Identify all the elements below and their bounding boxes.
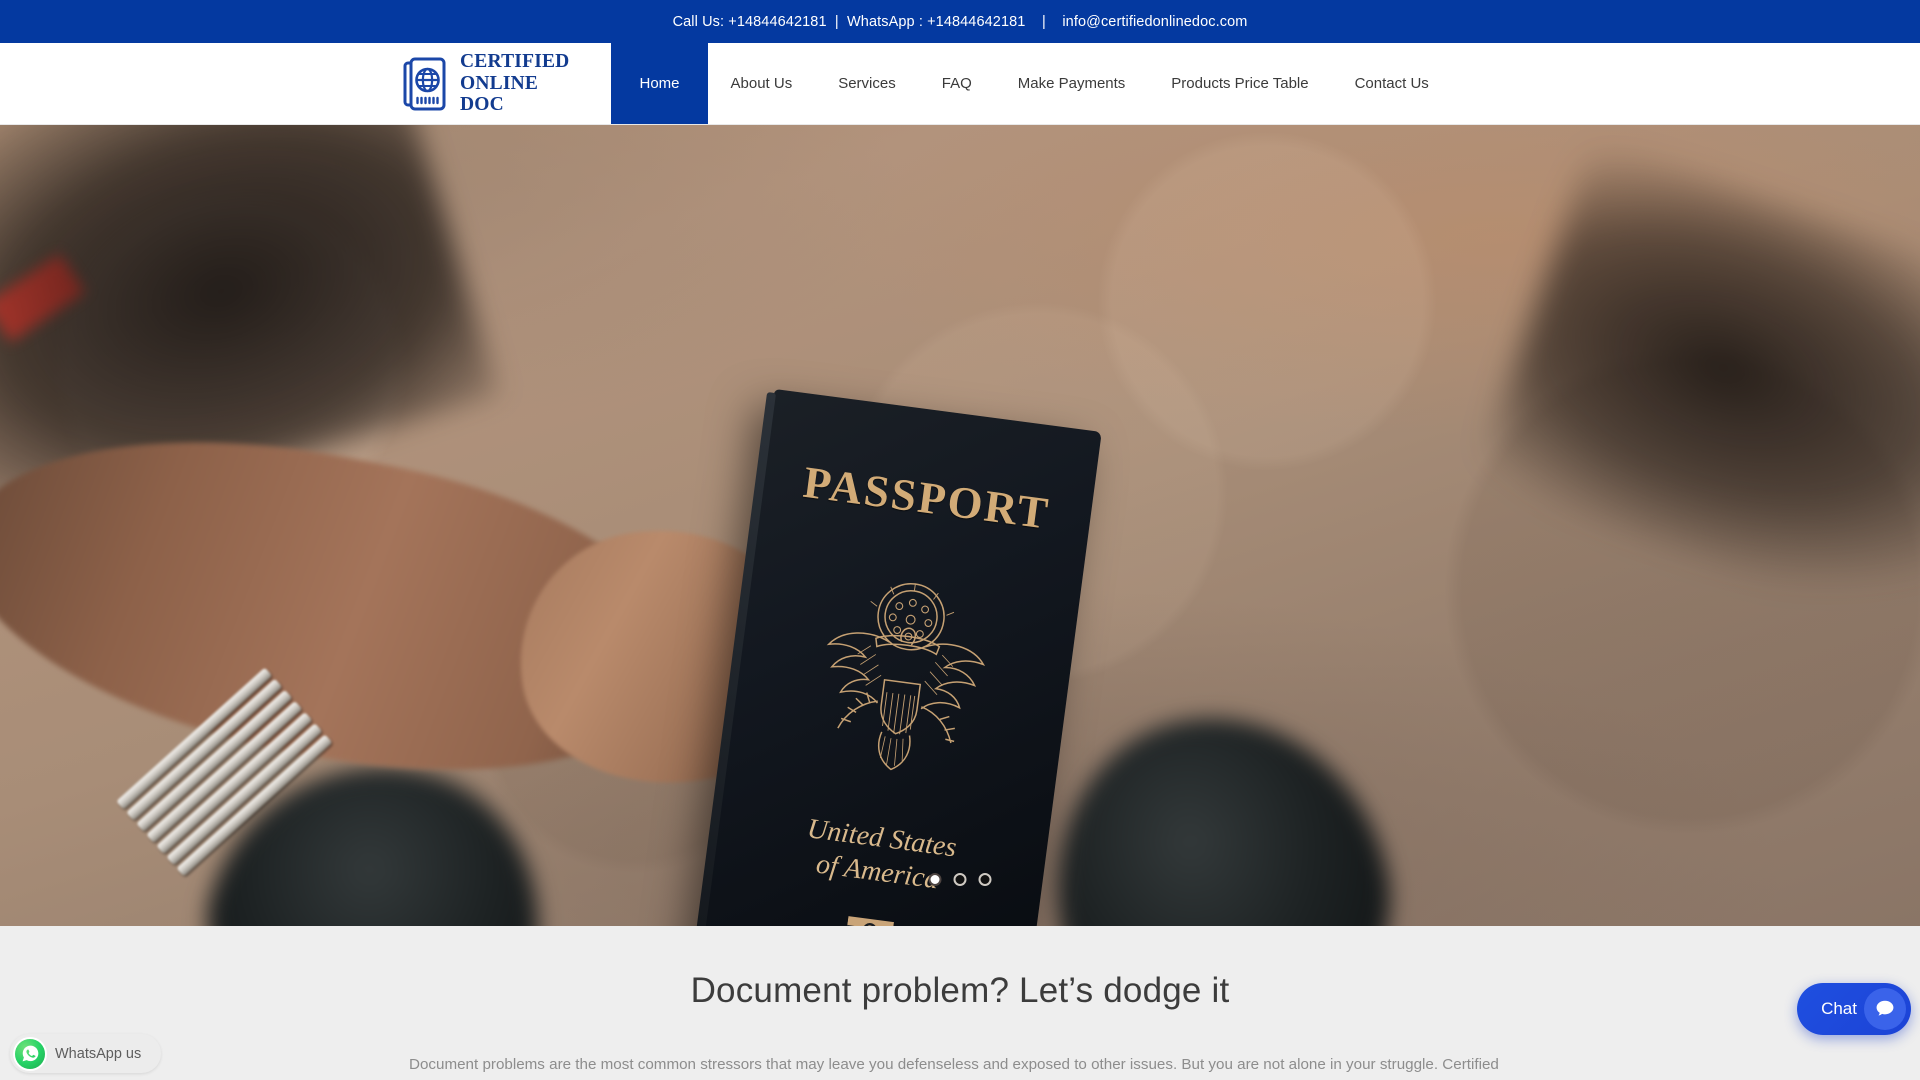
nav-item-services[interactable]: Services <box>815 43 919 124</box>
intro-section: Document problem? Let’s dodge it Documen… <box>0 926 1920 1080</box>
carousel-dot-1[interactable] <box>928 873 942 886</box>
carousel-dot-2[interactable] <box>953 873 967 886</box>
whatsapp-chat-button[interactable]: WhatsApp us <box>10 1034 162 1073</box>
whatsapp-icon <box>15 1038 45 1069</box>
nav-item-faq[interactable]: FAQ <box>919 43 995 124</box>
nav-item-contact-us[interactable]: Contact Us <box>1332 43 1452 124</box>
logo-line-3: DOC <box>460 94 504 116</box>
eagle-seal-icon <box>779 563 1025 805</box>
chat-button[interactable]: Chat <box>1797 983 1911 1035</box>
nav-item-products-price-table[interactable]: Products Price Table <box>1148 43 1331 124</box>
carousel-dots[interactable] <box>928 873 992 886</box>
logo-line-1: CERTIFIED <box>460 50 570 72</box>
site-header: CERTIFIED ONLINE DOC Home About Us Servi… <box>0 43 1920 125</box>
main-navigation: Home About Us Services FAQ Make Payments… <box>611 43 1451 124</box>
nav-item-home[interactable]: Home <box>611 43 708 124</box>
chat-label: Chat <box>1821 999 1857 1018</box>
site-logo[interactable]: CERTIFIED ONLINE DOC <box>402 43 611 124</box>
chat-bubble-icon <box>1864 988 1906 1030</box>
biometric-chip-icon <box>845 913 895 926</box>
logo-line-2: ONLINE <box>460 72 539 94</box>
intro-heading: Document problem? Let’s dodge it <box>690 971 1230 1010</box>
carousel-dot-3[interactable] <box>978 873 992 886</box>
intro-paragraph: Document problems are the most common st… <box>409 1056 1499 1073</box>
top-contact-bar: Call Us: +14844642181 | WhatsApp : +1484… <box>0 0 1920 43</box>
hero-passport: PASSPORT United States of America <box>693 388 1102 926</box>
nav-item-make-payments[interactable]: Make Payments <box>995 43 1149 124</box>
passport-title: PASSPORT <box>800 456 1053 539</box>
passport-country: United States of America <box>712 800 1048 910</box>
top-contact-text: Call Us: +14844642181 | WhatsApp : +1484… <box>672 13 1248 30</box>
hero-carousel[interactable]: PASSPORT United States of America <box>0 125 1920 926</box>
passport-globe-icon <box>402 56 449 112</box>
logo-text: CERTIFIED ONLINE DOC <box>460 51 569 116</box>
nav-item-about-us[interactable]: About Us <box>708 43 816 124</box>
whatsapp-label: WhatsApp us <box>55 1045 142 1062</box>
